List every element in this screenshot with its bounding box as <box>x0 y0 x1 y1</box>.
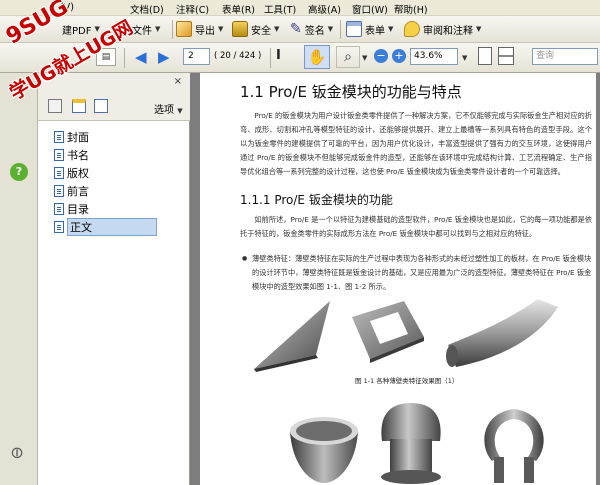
export-icon <box>176 21 192 37</box>
chevron-down-icon: ▼ <box>155 25 161 33</box>
figure-caption: 图 1-1 各种薄壁类特征效果图（1） <box>355 377 459 385</box>
comment-icon <box>404 21 420 37</box>
menu-tools[interactable]: 工具(T) <box>264 2 296 16</box>
mushroom-cap-figure <box>381 403 441 484</box>
bookmark-label: 书名 <box>67 148 89 162</box>
split-ring-figure <box>484 409 544 483</box>
new-bookmark-icon[interactable] <box>72 99 86 113</box>
toolbar-separator <box>172 20 173 39</box>
pen-icon: ✎ <box>290 21 302 37</box>
hand-tool-icon[interactable]: ✋ <box>304 45 330 69</box>
bookmark-item[interactable]: 前言 <box>54 183 89 198</box>
bookmark-label: 前言 <box>67 184 89 198</box>
toolbar-separator <box>340 20 341 39</box>
lock-icon <box>232 21 248 37</box>
options-label: 选项 <box>154 105 174 116</box>
menu-forms[interactable]: 表单(R) <box>222 2 255 16</box>
zoom-marquee-icon[interactable]: ⌕ <box>336 46 360 68</box>
bookmark-label: 正文 <box>67 217 157 236</box>
export-label: 导出 <box>195 25 215 37</box>
zoom-dropdown-icon[interactable]: ▼ <box>462 54 467 62</box>
zoom-level-input[interactable]: 43.6% <box>410 48 458 65</box>
review-comment-button[interactable]: 审阅和注释 ▼ <box>404 18 481 40</box>
bookmark-options-icon[interactable] <box>48 99 62 113</box>
fit-page-icon[interactable] <box>478 47 492 65</box>
menu-comments[interactable]: 注释(C) <box>176 2 209 16</box>
forms-label: 表单 <box>365 25 385 37</box>
body-paragraph: 如前所述，Pro/E 是一个以特征为建模基础的造型软件，Pro/E 钣金模块也是… <box>240 215 592 238</box>
options-menu[interactable]: 选项 ▼ <box>154 101 183 116</box>
search-input[interactable]: 查询 <box>532 48 598 65</box>
form-icon <box>346 21 362 37</box>
chevron-down-icon: ▼ <box>388 25 394 33</box>
menu-window[interactable]: 窗口(W) <box>352 2 388 16</box>
review-comment-label: 审阅和注释 <box>423 25 473 37</box>
bookmark-page-icon <box>54 220 64 233</box>
bookmark-item[interactable]: 目录 <box>54 201 89 216</box>
bookmark-label: 目录 <box>67 202 89 216</box>
frame-sheet-figure <box>352 301 424 363</box>
bookmark-page-icon <box>54 202 64 215</box>
pdf-page: 1.1 Pro/E 钣金模块的功能与特点 Pro/E 的钣金模块为用户设计钣金类… <box>200 73 596 485</box>
help-icon[interactable]: ? <box>10 163 28 181</box>
navigation-panel-bar: ? ⊘ <box>0 73 38 485</box>
bookmark-page-icon <box>54 184 64 197</box>
chevron-down-icon: ▼ <box>274 25 280 33</box>
zoom-out-icon[interactable]: − <box>374 49 388 63</box>
next-page-icon[interactable]: ▶ <box>158 48 170 66</box>
sign-label: 签名 <box>304 25 325 37</box>
chevron-down-icon: ▼ <box>218 25 224 33</box>
triangle-sheet-figure <box>254 301 330 372</box>
chevron-down-icon: ▼ <box>177 107 183 115</box>
close-icon[interactable]: × <box>174 76 182 87</box>
subsection-heading: 1.1.1 Pro/E 钣金模块的功能 <box>240 193 393 207</box>
menu-document[interactable]: 文档(D) <box>130 2 164 16</box>
document-viewport[interactable]: 1.1 Pro/E 钣金模块的功能与特点 Pro/E 的钣金模块为用户设计钣金类… <box>190 73 600 485</box>
export-button[interactable]: 导出 ▼ <box>176 18 223 40</box>
select-text-icon[interactable]: I <box>276 48 281 63</box>
sign-button[interactable]: ✎ 签名 ▼ <box>290 18 333 40</box>
bookmarks-panel: × 选项 ▼ 封面 书名 版权 前言 目录 正文 <box>38 73 190 485</box>
page-count: ( 20 / 424 ) <box>214 51 262 61</box>
bookmark-item[interactable]: 版权 <box>54 165 89 180</box>
section-heading: 1.1 Pro/E 钣金模块的功能与特点 <box>240 83 462 101</box>
bookmark-page-icon <box>54 166 64 179</box>
secure-button[interactable]: 安全 ▼ <box>232 18 279 40</box>
bookmark-item-selected[interactable]: 正文 <box>54 217 157 236</box>
chevron-down-icon[interactable]: ▼ <box>362 54 367 62</box>
previous-page-icon[interactable]: ◀ <box>135 48 147 66</box>
forms-button[interactable]: 表单 ▼ <box>346 18 393 40</box>
bookmark-page-icon <box>54 148 64 161</box>
bookmark-label: 封面 <box>67 130 89 144</box>
page-number-input[interactable]: 2 <box>183 48 210 65</box>
curved-tube-figure <box>446 299 558 367</box>
bookmark-label: 版权 <box>67 166 89 180</box>
attachment-icon[interactable]: ⊘ <box>5 441 28 464</box>
chevron-down-icon: ▼ <box>476 25 482 33</box>
bowl-figure <box>290 417 358 483</box>
chevron-down-icon: ▼ <box>327 25 334 33</box>
bookmark-item[interactable]: 封面 <box>54 129 89 144</box>
toolbar-separator <box>270 48 271 68</box>
toolbar-separator <box>124 48 125 68</box>
zoom-in-icon[interactable]: + <box>392 49 406 63</box>
menu-advanced[interactable]: 高级(A) <box>308 2 341 16</box>
delete-bookmark-icon[interactable] <box>94 99 108 113</box>
secure-label: 安全 <box>251 25 271 37</box>
fit-width-icon[interactable] <box>498 47 514 65</box>
menu-bar: (V) 文档(D) 注释(C) 表单(R) 工具(T) 高级(A) 窗口(W) … <box>0 0 600 16</box>
menu-help[interactable]: 帮助(H) <box>394 2 428 16</box>
bookmark-page-icon <box>54 130 64 143</box>
body-paragraph: Pro/E 的钣金模块为用户设计钣金类零件提供了一种解决方案，它不仅能够完成与实… <box>240 111 592 176</box>
bookmark-item[interactable]: 书名 <box>54 147 89 162</box>
